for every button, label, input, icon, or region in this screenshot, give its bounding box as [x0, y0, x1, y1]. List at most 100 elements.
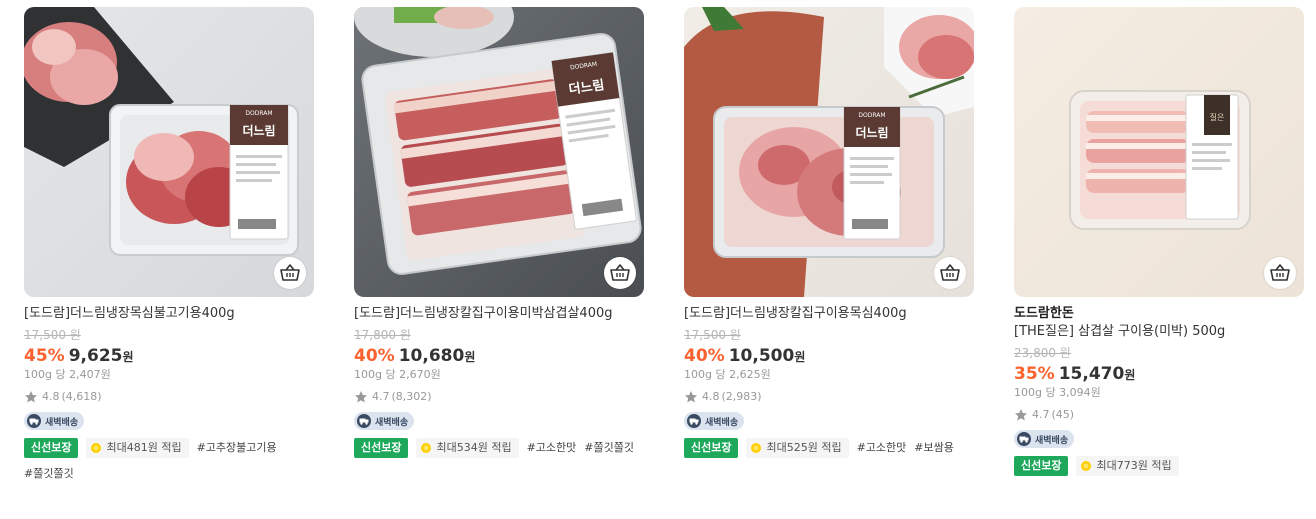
tag-list: 신선보장 최대534원 적립 #고소한맛 #쫄깃쫄깃	[354, 438, 644, 458]
review-count: (45)	[1051, 408, 1075, 421]
product-photo: DODRAM 더느림	[684, 7, 974, 297]
add-to-cart-button[interactable]	[934, 257, 966, 289]
points-badge: 최대773원 적립	[1076, 456, 1179, 476]
product-card[interactable]: DODRAM 더느림 [도드람]더느림냉장칼집구이용목심400g 17,500 …	[684, 7, 974, 458]
svg-text:질은: 질은	[1210, 113, 1225, 122]
price-row: 40% 10,680원	[354, 345, 644, 368]
fresh-badge: 신선보장	[24, 438, 79, 458]
sale-price: 9,625	[68, 346, 123, 366]
product-photo: DODRAM 더느림	[354, 7, 642, 275]
cart-icon	[1270, 264, 1290, 281]
star-icon	[355, 391, 367, 403]
hashtag[interactable]: #쫄깃쫄깃	[584, 438, 634, 458]
rating-score: 4.7	[1032, 408, 1050, 421]
cart-icon	[610, 264, 630, 281]
fresh-badge: 신선보장	[354, 438, 409, 458]
truck-icon	[27, 414, 41, 428]
coin-icon	[1081, 461, 1092, 471]
add-to-cart-button[interactable]	[274, 257, 306, 289]
review-count: (8,302)	[391, 390, 432, 403]
hashtag[interactable]: #쫄깃쫄깃	[24, 464, 74, 484]
points-label: 최대525원 적립	[766, 441, 842, 454]
svg-text:DODRAM: DODRAM	[245, 110, 272, 117]
hashtag[interactable]: #보쌈용	[914, 438, 954, 458]
rating-score: 4.8	[42, 390, 60, 403]
fresh-badge: 신선보장	[1014, 456, 1069, 476]
delivery-label: 새벽배송	[1035, 435, 1069, 446]
fresh-badge: 신선보장	[684, 438, 739, 458]
star-icon	[685, 391, 697, 403]
brand-name[interactable]: 도드람한돈	[1014, 305, 1304, 323]
coin-icon	[751, 443, 762, 453]
original-price: 23,800 원	[1014, 346, 1071, 360]
rating-score: 4.7	[372, 390, 390, 403]
product-card[interactable]: 질은 도드람한돈 [THE질은] 삼겹살 구이용(미박) 500g 23,800…	[1014, 7, 1304, 476]
tag-list: 신선보장 최대525원 적립 #고소한맛 #보쌈용	[684, 438, 974, 458]
currency-unit: 원	[794, 350, 806, 364]
truck-icon	[1017, 432, 1031, 446]
delivery-badge: 새벽배송	[24, 412, 85, 430]
product-image[interactable]: DODRAM 더느림	[684, 7, 974, 297]
rating: 4.8 (2,983)	[684, 390, 974, 404]
currency-unit: 원	[122, 350, 134, 364]
truck-icon	[687, 414, 701, 428]
product-image[interactable]: DODRAM 더느림	[24, 7, 314, 297]
tag-list: 신선보장 최대773원 적립	[1014, 456, 1304, 476]
star-icon	[1015, 409, 1027, 421]
rating: 4.7 (45)	[1014, 408, 1304, 422]
product-image[interactable]: 질은	[1014, 7, 1304, 297]
add-to-cart-button[interactable]	[1264, 257, 1296, 289]
delivery-label: 새벽배송	[45, 417, 79, 428]
svg-text:더느림: 더느림	[242, 123, 275, 138]
svg-text:더느림: 더느림	[855, 125, 888, 140]
discount-rate: 40%	[684, 346, 725, 366]
truck-icon	[357, 414, 371, 428]
hashtag[interactable]: #고소한맛	[527, 438, 577, 458]
hashtag[interactable]: #고소한맛	[857, 438, 907, 458]
original-price: 17,500 원	[684, 328, 741, 342]
rating: 4.7 (8,302)	[354, 390, 644, 404]
cart-icon	[280, 264, 300, 281]
points-label: 최대534원 적립	[436, 441, 512, 454]
delivery-badge: 새벽배송	[1014, 430, 1075, 448]
price-row: 35% 15,470원	[1014, 363, 1304, 386]
delivery-badge: 새벽배송	[684, 412, 745, 430]
points-badge: 최대534원 적립	[416, 438, 519, 458]
coin-icon	[91, 443, 102, 453]
delivery-label: 새벽배송	[375, 417, 409, 428]
coin-icon	[421, 443, 432, 453]
sale-price: 15,470	[1058, 364, 1125, 384]
price-row: 40% 10,500원	[684, 345, 974, 368]
discount-rate: 35%	[1014, 364, 1055, 384]
product-card[interactable]: DODRAM 더느림 [도드람]더느림냉장칼집구이용미박삼겹살400g 17,8…	[354, 7, 644, 458]
original-price: 17,800 원	[354, 328, 411, 342]
points-label: 최대481원 적립	[106, 441, 182, 454]
original-price: 17,500 원	[24, 328, 81, 342]
discount-rate: 45%	[24, 346, 65, 366]
hashtag[interactable]: #고추장불고기용	[197, 438, 277, 458]
price-row: 45% 9,625원	[24, 345, 314, 368]
currency-unit: 원	[464, 350, 476, 364]
rating-score: 4.8	[702, 390, 720, 403]
unit-price: 100g 당 2,670원	[354, 368, 441, 381]
product-name[interactable]: [THE질은] 삼겹살 구이용(미박) 500g	[1014, 323, 1304, 341]
product-image[interactable]: DODRAM 더느림	[354, 7, 644, 297]
product-name[interactable]: [도드람]더느림냉장칼집구이용미박삼겹살400g	[354, 305, 644, 323]
rating: 4.8 (4,618)	[24, 390, 314, 404]
unit-price: 100g 당 2,407원	[24, 368, 111, 381]
discount-rate: 40%	[354, 346, 395, 366]
unit-price: 100g 당 2,625원	[684, 368, 771, 381]
unit-price: 100g 당 3,094원	[1014, 386, 1101, 399]
product-photo: DODRAM 더느림	[24, 7, 299, 256]
currency-unit: 원	[1124, 368, 1136, 382]
tag-list: 신선보장 최대481원 적립 #고추장불고기용 #쫄깃쫄깃	[24, 438, 314, 484]
product-photo: 질은	[1069, 90, 1251, 230]
product-name[interactable]: [도드람]더느림냉장칼집구이용목심400g	[684, 305, 974, 323]
product-card[interactable]: DODRAM 더느림 [도드람]더느림냉장목심불고기용400g 17,500 원…	[24, 7, 314, 484]
product-name[interactable]: [도드람]더느림냉장목심불고기용400g	[24, 305, 314, 323]
delivery-label: 새벽배송	[705, 417, 739, 428]
review-count: (2,983)	[721, 390, 762, 403]
points-badge: 최대481원 적립	[86, 438, 189, 458]
add-to-cart-button[interactable]	[604, 257, 636, 289]
cart-icon	[940, 264, 960, 281]
